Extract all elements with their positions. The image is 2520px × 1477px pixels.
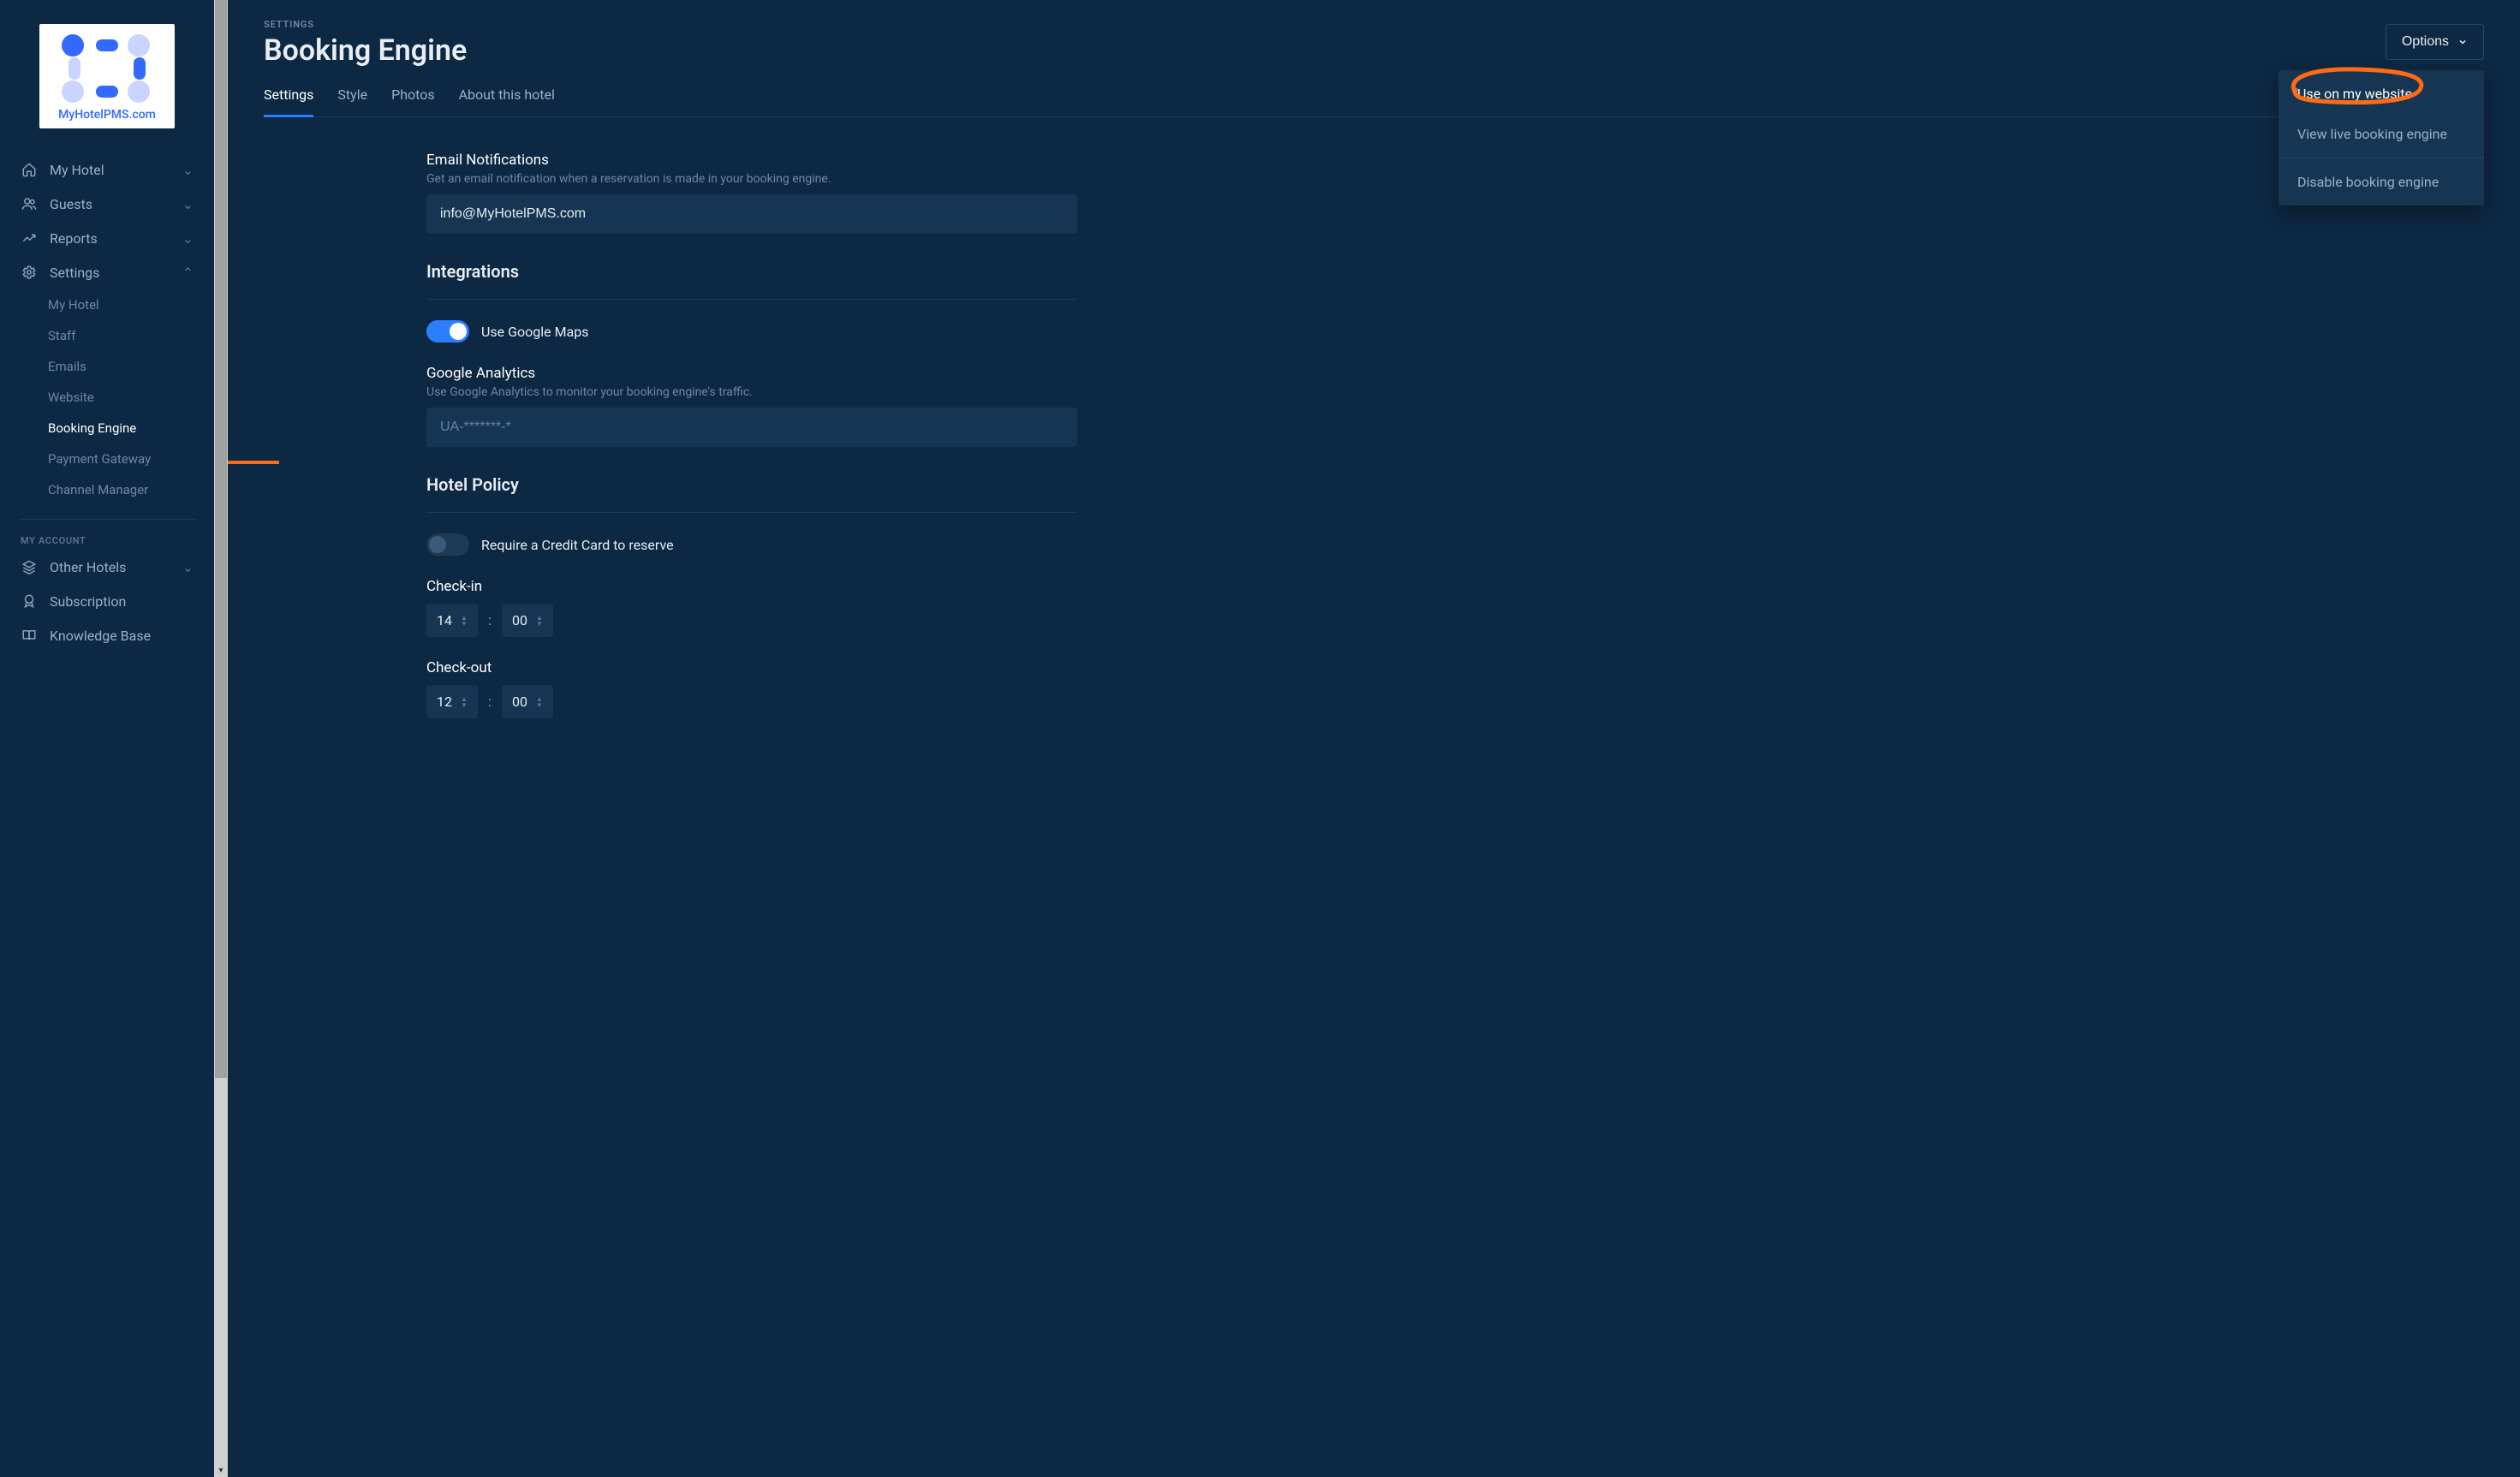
sidebar-item-label: Reports [50, 230, 170, 247]
ga-input[interactable] [426, 408, 1077, 447]
stepper-icon: ▲▼ [461, 615, 468, 627]
sidebar-sub-my-hotel[interactable]: My Hotel [48, 289, 214, 320]
chevron-down-icon [2457, 37, 2468, 47]
email-notif-label: Email Notifications [426, 152, 1077, 169]
sidebar-item-guests[interactable]: Guests ⌄ [0, 187, 214, 221]
scrollbar[interactable]: ▾ [214, 0, 228, 1477]
trend-icon [21, 229, 38, 247]
email-notif-help: Get an email notification when a reserva… [426, 172, 1077, 186]
sidebar-item-label: Knowledge Base [50, 628, 194, 644]
sidebar-sub-staff[interactable]: Staff [48, 320, 214, 351]
email-notif-input[interactable] [426, 194, 1077, 234]
layers-icon [21, 558, 38, 575]
options-dropdown: Use on my website View live booking engi… [2279, 70, 2484, 205]
home-icon [21, 161, 38, 178]
divider [426, 299, 1077, 300]
sidebar-item-knowledge-base[interactable]: Knowledge Base [0, 618, 214, 652]
integrations-title: Integrations [426, 261, 1077, 282]
chevron-down-icon: ⌄ [182, 230, 194, 247]
sidebar-sub-payment-gateway[interactable]: Payment Gateway [48, 444, 214, 474]
dd-use-on-website[interactable]: Use on my website [2279, 74, 2484, 114]
chevron-down-icon: ⌄ [182, 196, 194, 212]
scrollbar-thumb[interactable] [215, 0, 227, 1078]
sidebar-item-settings[interactable]: Settings ⌃ [0, 255, 214, 289]
breadcrumb: SETTINGS [264, 19, 2484, 30]
sidebar-item-label: Other Hotels [50, 559, 170, 575]
colon: : [488, 694, 491, 711]
sidebar-sub-emails[interactable]: Emails [48, 351, 214, 382]
sidebar-item-other-hotels[interactable]: Other Hotels ⌄ [0, 550, 214, 584]
tab-style[interactable]: Style [337, 86, 367, 116]
ga-help: Use Google Analytics to monitor your boo… [426, 385, 1077, 399]
checkout-hour-value: 12 [437, 694, 452, 710]
page-title: Booking Engine [264, 33, 2484, 68]
hotel-policy-title: Hotel Policy [426, 474, 1077, 495]
checkin-minute-stepper[interactable]: 00 ▲▼ [502, 604, 553, 637]
stepper-icon: ▲▼ [536, 696, 543, 708]
sidebar-item-label: Guests [50, 196, 170, 212]
dd-view-live[interactable]: View live booking engine [2279, 114, 2484, 154]
book-icon [21, 627, 38, 644]
sidebar-item-my-hotel[interactable]: My Hotel ⌄ [0, 152, 214, 187]
tab-photos[interactable]: Photos [391, 86, 435, 116]
annotation-arrow [228, 454, 279, 471]
require-cc-toggle[interactable] [426, 533, 469, 556]
chevron-down-icon: ⌄ [182, 559, 194, 575]
divider [19, 519, 195, 520]
stepper-icon: ▲▼ [461, 696, 468, 708]
sidebar-item-label: Settings [50, 265, 170, 281]
sidebar-sub-channel-manager[interactable]: Channel Manager [48, 474, 214, 505]
logo-graphic [62, 34, 152, 103]
checkin-hour-value: 14 [437, 612, 452, 628]
tab-settings[interactable]: Settings [264, 86, 313, 116]
require-cc-label: Require a Credit Card to reserve [481, 537, 674, 553]
tab-about[interactable]: About this hotel [459, 86, 555, 116]
checkout-label: Check-out [426, 659, 1077, 676]
checkout-minute-value: 00 [512, 694, 527, 710]
sidebar: MyHotelPMS.com My Hotel ⌄ Guests ⌄ [0, 0, 214, 1477]
main: SETTINGS Booking Engine Options Use on m… [228, 0, 2520, 1477]
chevron-down-icon: ⌄ [182, 162, 194, 178]
my-account-label: MY ACCOUNT [0, 528, 214, 550]
checkin-minute-value: 00 [512, 612, 527, 628]
scroll-down-icon[interactable]: ▾ [214, 1463, 228, 1477]
gear-icon [21, 264, 38, 281]
sidebar-item-reports[interactable]: Reports ⌄ [0, 221, 214, 255]
colon: : [488, 612, 491, 629]
checkout-minute-stepper[interactable]: 00 ▲▼ [502, 685, 553, 718]
sidebar-item-label: My Hotel [50, 162, 170, 178]
logo: MyHotelPMS.com [0, 0, 214, 147]
sidebar-sub-website[interactable]: Website [48, 382, 214, 413]
users-icon [21, 195, 38, 212]
divider [426, 512, 1077, 513]
options-button[interactable]: Options [2386, 24, 2484, 60]
google-maps-toggle[interactable] [426, 320, 469, 342]
sidebar-sub-booking-engine[interactable]: Booking Engine [48, 413, 214, 444]
checkin-hour-stepper[interactable]: 14 ▲▼ [426, 604, 478, 637]
logo-text: MyHotelPMS.com [48, 108, 166, 122]
sidebar-item-subscription[interactable]: Subscription [0, 584, 214, 618]
stepper-icon: ▲▼ [536, 615, 543, 627]
badge-icon [21, 593, 38, 610]
checkin-label: Check-in [426, 578, 1077, 595]
tabs: Settings Style Photos About this hotel [264, 86, 2484, 117]
dd-disable[interactable]: Disable booking engine [2279, 162, 2484, 202]
sidebar-item-label: Subscription [50, 593, 194, 610]
options-label: Options [2402, 34, 2449, 50]
checkout-hour-stepper[interactable]: 12 ▲▼ [426, 685, 478, 718]
chevron-up-icon: ⌃ [182, 265, 194, 281]
ga-label: Google Analytics [426, 365, 1077, 382]
google-maps-label: Use Google Maps [481, 324, 588, 340]
